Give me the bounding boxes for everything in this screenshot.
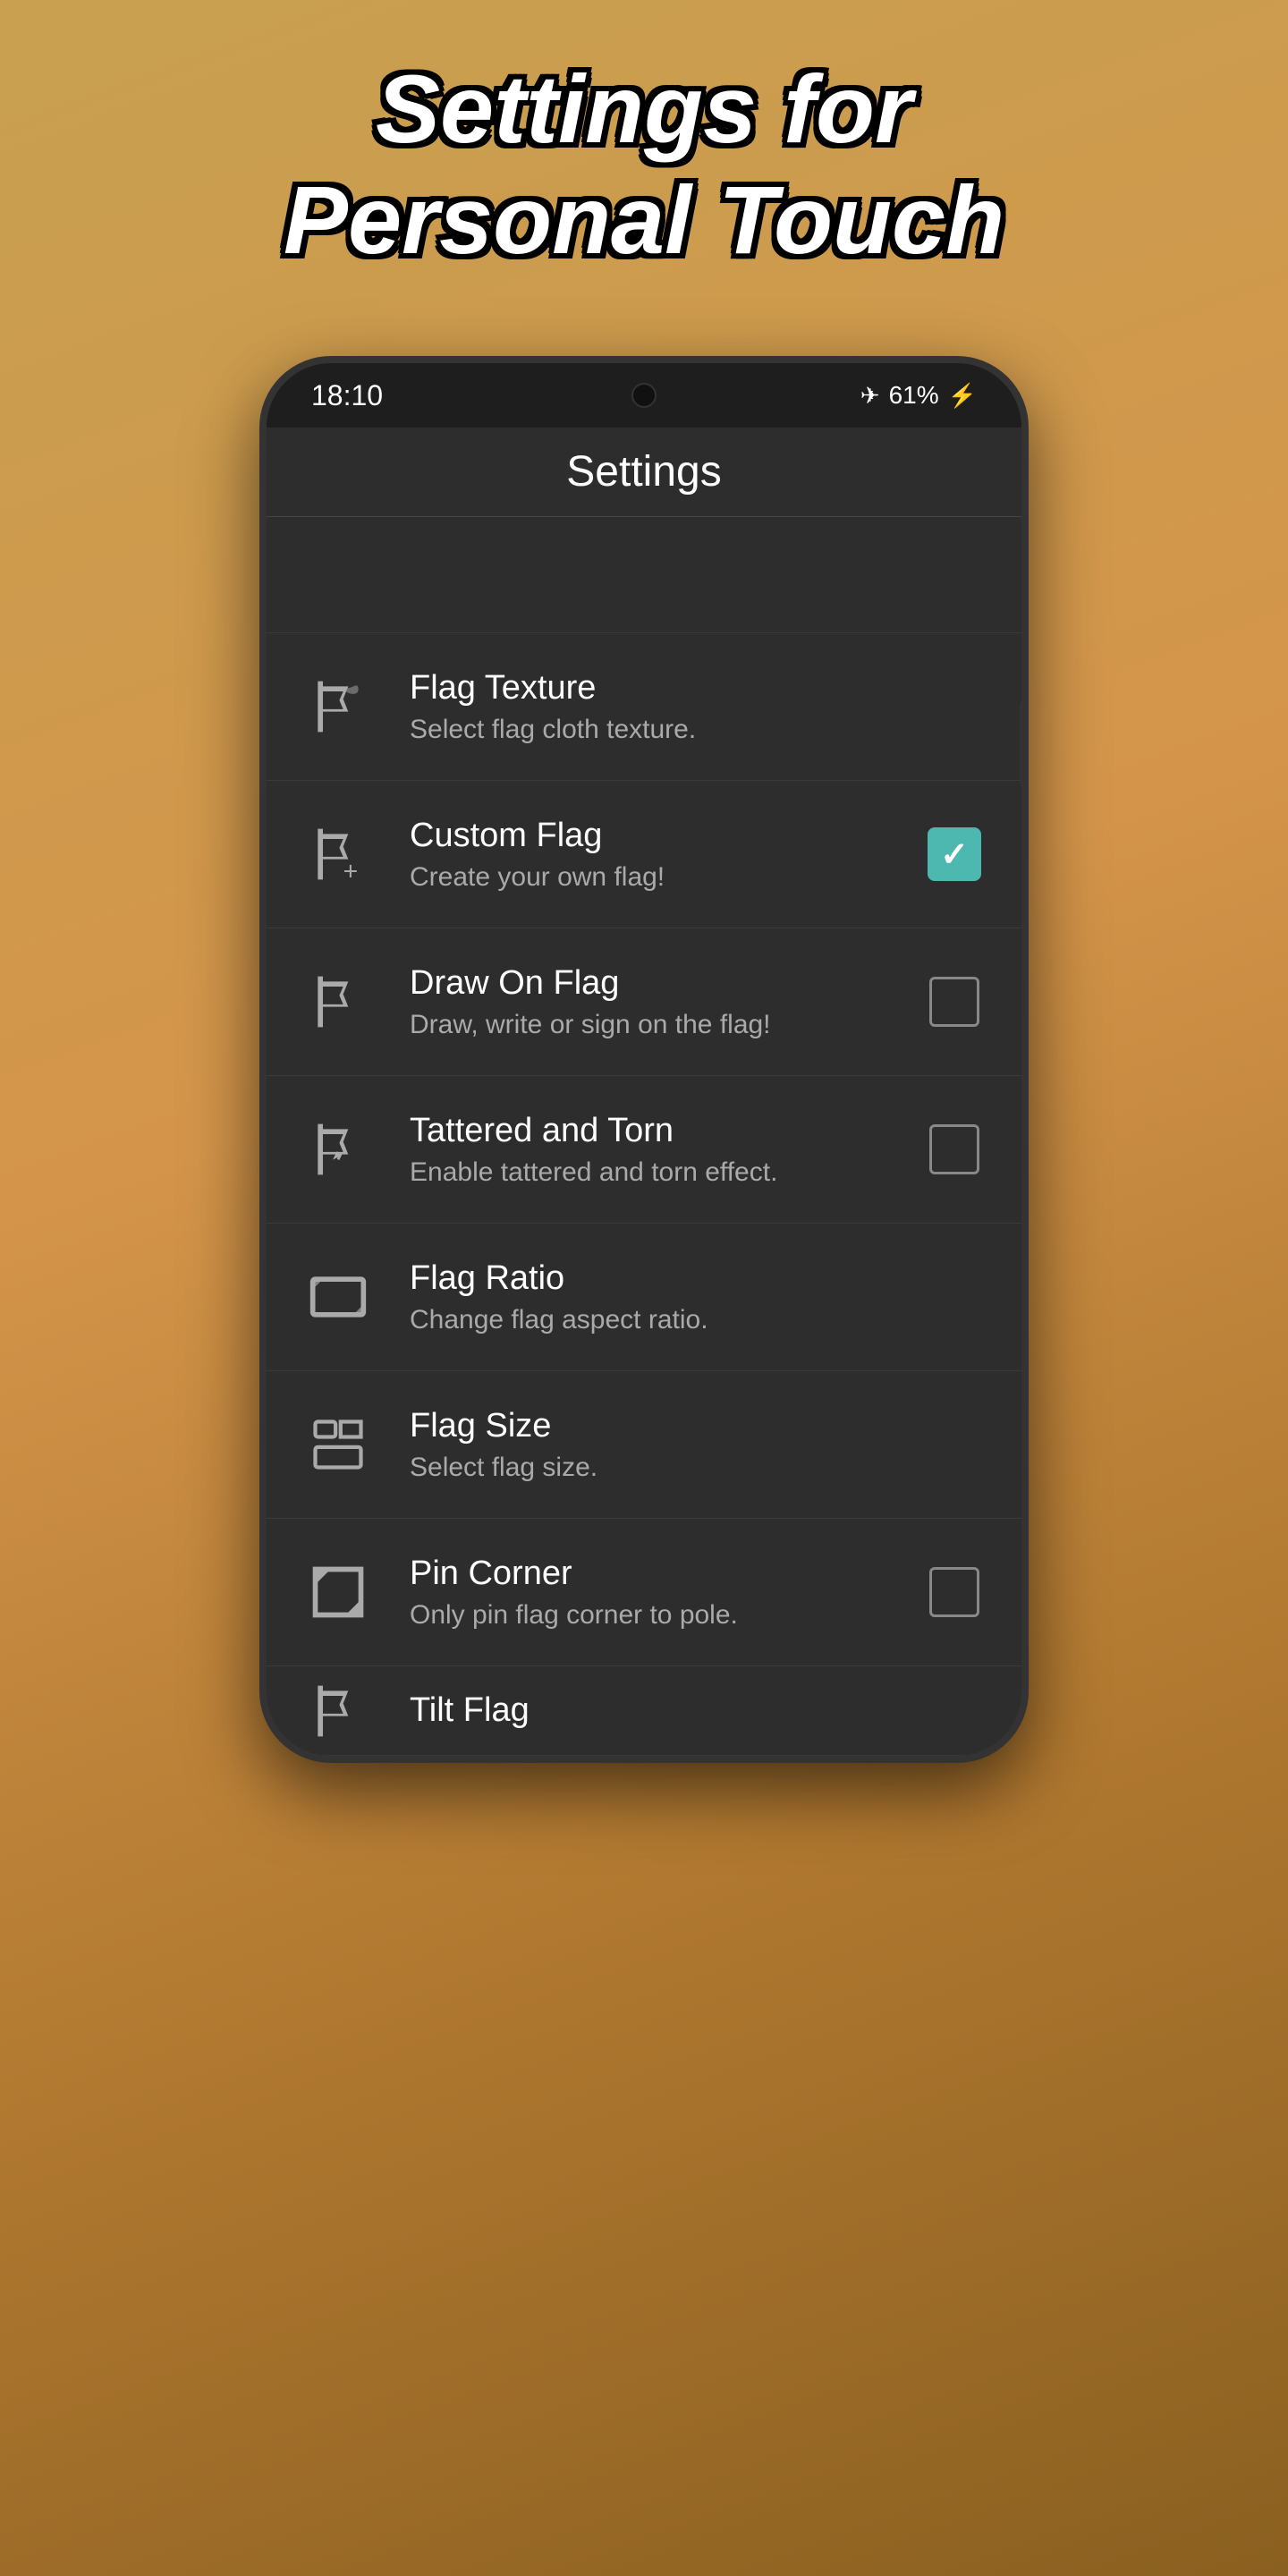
- app-bar-title: Settings: [566, 447, 721, 496]
- side-button: [1020, 703, 1029, 784]
- tattered-control[interactable]: [923, 1118, 986, 1181]
- pin-corner-text: Pin Corner Only pin flag corner to pole.: [410, 1555, 923, 1631]
- empty-section: [267, 517, 1021, 633]
- draw-flag-control[interactable]: [923, 970, 986, 1033]
- draw-flag-icon: [302, 966, 374, 1038]
- settings-item-flag-ratio[interactable]: Flag Ratio Change flag aspect ratio.: [267, 1224, 1021, 1371]
- flag-texture-subtitle: Select flag cloth texture.: [410, 715, 986, 745]
- flag-texture-title: Flag Texture: [410, 669, 986, 708]
- settings-item-pin-corner[interactable]: Pin Corner Only pin flag corner to pole.: [267, 1519, 1021, 1666]
- settings-item-flag-size[interactable]: Flag Size Select flag size.: [267, 1371, 1021, 1519]
- svg-text:+: +: [343, 858, 359, 886]
- size-icon: [302, 1409, 374, 1480]
- custom-flag-control[interactable]: [923, 823, 986, 886]
- settings-item-flag-texture[interactable]: Flag Texture Select flag cloth texture.: [267, 633, 1021, 781]
- settings-item-draw-on-flag[interactable]: Draw On Flag Draw, write or sign on the …: [267, 928, 1021, 1076]
- tattered-subtitle: Enable tattered and torn effect.: [410, 1157, 923, 1188]
- ratio-icon: [302, 1261, 374, 1333]
- flag-size-title: Flag Size: [410, 1407, 986, 1445]
- battery-text: 61%: [889, 381, 939, 410]
- tattered-text: Tattered and Torn Enable tattered and to…: [410, 1112, 923, 1188]
- custom-flag-icon: +: [302, 818, 374, 890]
- status-right: ✈ 61% ⚡: [860, 381, 977, 410]
- tilt-icon: [302, 1675, 374, 1747]
- flag-size-subtitle: Select flag size.: [410, 1453, 986, 1483]
- pin-corner-control[interactable]: [923, 1561, 986, 1623]
- status-bar: 18:10 ✈ 61% ⚡: [267, 363, 1021, 428]
- phone-frame: 18:10 ✈ 61% ⚡ Settings Flag Texture Sele…: [259, 356, 1029, 1763]
- draw-flag-text: Draw On Flag Draw, write or sign on the …: [410, 964, 923, 1040]
- page-title: Settings for Personal Touch: [212, 54, 1076, 275]
- airplane-icon: ✈: [860, 382, 880, 410]
- settings-item-tilt-flag[interactable]: Tilt Flag: [267, 1666, 1021, 1756]
- flag-ratio-title: Flag Ratio: [410, 1259, 986, 1298]
- custom-flag-text: Custom Flag Create your own flag!: [410, 817, 923, 893]
- tattered-checkbox[interactable]: [929, 1124, 979, 1174]
- pin-corner-subtitle: Only pin flag corner to pole.: [410, 1600, 923, 1631]
- flag-texture-icon: [302, 671, 374, 742]
- custom-flag-title: Custom Flag: [410, 817, 923, 855]
- flag-size-text: Flag Size Select flag size.: [410, 1407, 986, 1483]
- tattered-icon: [302, 1114, 374, 1185]
- custom-flag-checkbox[interactable]: [928, 827, 981, 881]
- tilt-flag-text: Tilt Flag: [410, 1691, 986, 1730]
- camera-notch: [631, 383, 657, 408]
- draw-flag-subtitle: Draw, write or sign on the flag!: [410, 1010, 923, 1040]
- draw-flag-title: Draw On Flag: [410, 964, 923, 1003]
- flag-texture-text: Flag Texture Select flag cloth texture.: [410, 669, 986, 745]
- draw-flag-checkbox[interactable]: [929, 977, 979, 1027]
- pin-corner-title: Pin Corner: [410, 1555, 923, 1593]
- status-time: 18:10: [311, 379, 383, 412]
- settings-item-tattered[interactable]: Tattered and Torn Enable tattered and to…: [267, 1076, 1021, 1224]
- tattered-title: Tattered and Torn: [410, 1112, 923, 1150]
- pin-corner-icon: [302, 1556, 374, 1628]
- custom-flag-subtitle: Create your own flag!: [410, 862, 923, 893]
- settings-list: Flag Texture Select flag cloth texture. …: [267, 633, 1021, 1756]
- battery-icon: ⚡: [948, 382, 977, 410]
- flag-ratio-text: Flag Ratio Change flag aspect ratio.: [410, 1259, 986, 1335]
- settings-item-custom-flag[interactable]: + Custom Flag Create your own flag!: [267, 781, 1021, 928]
- tilt-flag-title: Tilt Flag: [410, 1691, 986, 1730]
- flag-ratio-subtitle: Change flag aspect ratio.: [410, 1305, 986, 1335]
- app-bar: Settings: [267, 428, 1021, 517]
- pin-corner-checkbox[interactable]: [929, 1567, 979, 1617]
